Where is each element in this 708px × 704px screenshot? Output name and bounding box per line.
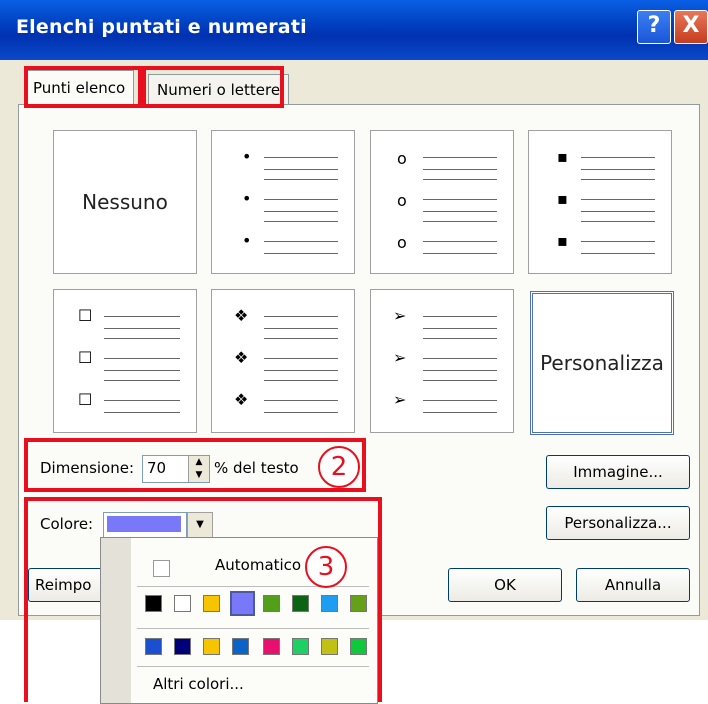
dot-bullet-icon: • — [242, 147, 252, 166]
bullet-option-circle[interactable]: o o o — [370, 130, 514, 274]
diamond-bullet-icon: ❖ — [234, 348, 249, 367]
dialog-title: Elenchi puntati e numerati — [16, 16, 307, 38]
cancel-button[interactable]: Annulla — [576, 568, 690, 602]
bullet-option-diamond[interactable]: ❖ ❖ ❖ — [211, 289, 355, 433]
diamond-bullet-icon: ❖ — [234, 390, 249, 409]
bullet-option-custom[interactable]: Personalizza — [530, 291, 674, 435]
checkbox-bullet-icon: ☐ — [78, 306, 93, 325]
dot-bullet-icon: • — [242, 189, 252, 208]
square-bullet-icon: ▪ — [557, 231, 568, 250]
square-bullet-icon: ▪ — [557, 189, 568, 208]
bullet-option-checkbox[interactable]: ☐ ☐ ☐ — [53, 289, 197, 433]
customize-button[interactable]: Personalizza... — [546, 506, 690, 540]
circle-bullet-icon: o — [397, 149, 407, 168]
none-label: Nessuno — [82, 190, 168, 214]
help-button[interactable]: ? — [637, 10, 671, 44]
bullet-option-dot[interactable]: • • • — [211, 130, 355, 274]
bullet-option-square[interactable]: ▪ ▪ ▪ — [528, 130, 672, 274]
arrow-bullet-icon: ➢ — [393, 390, 407, 409]
bullet-option-none[interactable]: Nessuno — [53, 130, 197, 274]
dot-bullet-icon: • — [242, 231, 252, 250]
diamond-bullet-icon: ❖ — [234, 306, 249, 325]
annotation-number-3: 3 — [305, 546, 347, 588]
annotation-number-2: 2 — [318, 446, 360, 488]
circle-bullet-icon: o — [397, 191, 407, 210]
custom-label: Personalizza — [540, 351, 664, 375]
checkbox-bullet-icon: ☐ — [78, 390, 93, 409]
arrow-bullet-icon: ➢ — [393, 348, 407, 367]
annotation-box-tab1 — [24, 66, 142, 108]
circle-bullet-icon: o — [397, 233, 407, 252]
annotation-box-size — [24, 438, 366, 492]
annotation-box-tab2 — [142, 66, 284, 108]
annotation-box-color — [24, 497, 382, 702]
close-button[interactable]: X — [674, 10, 708, 44]
checkbox-bullet-icon: ☐ — [78, 348, 93, 367]
arrow-bullet-icon: ➢ — [393, 306, 407, 325]
ok-button[interactable]: OK — [448, 568, 562, 602]
bullet-option-arrow[interactable]: ➢ ➢ ➢ — [370, 289, 514, 433]
title-bar: Elenchi puntati e numerati ? X — [0, 0, 708, 60]
image-button[interactable]: Immagine... — [546, 455, 690, 489]
square-bullet-icon: ▪ — [557, 147, 568, 166]
